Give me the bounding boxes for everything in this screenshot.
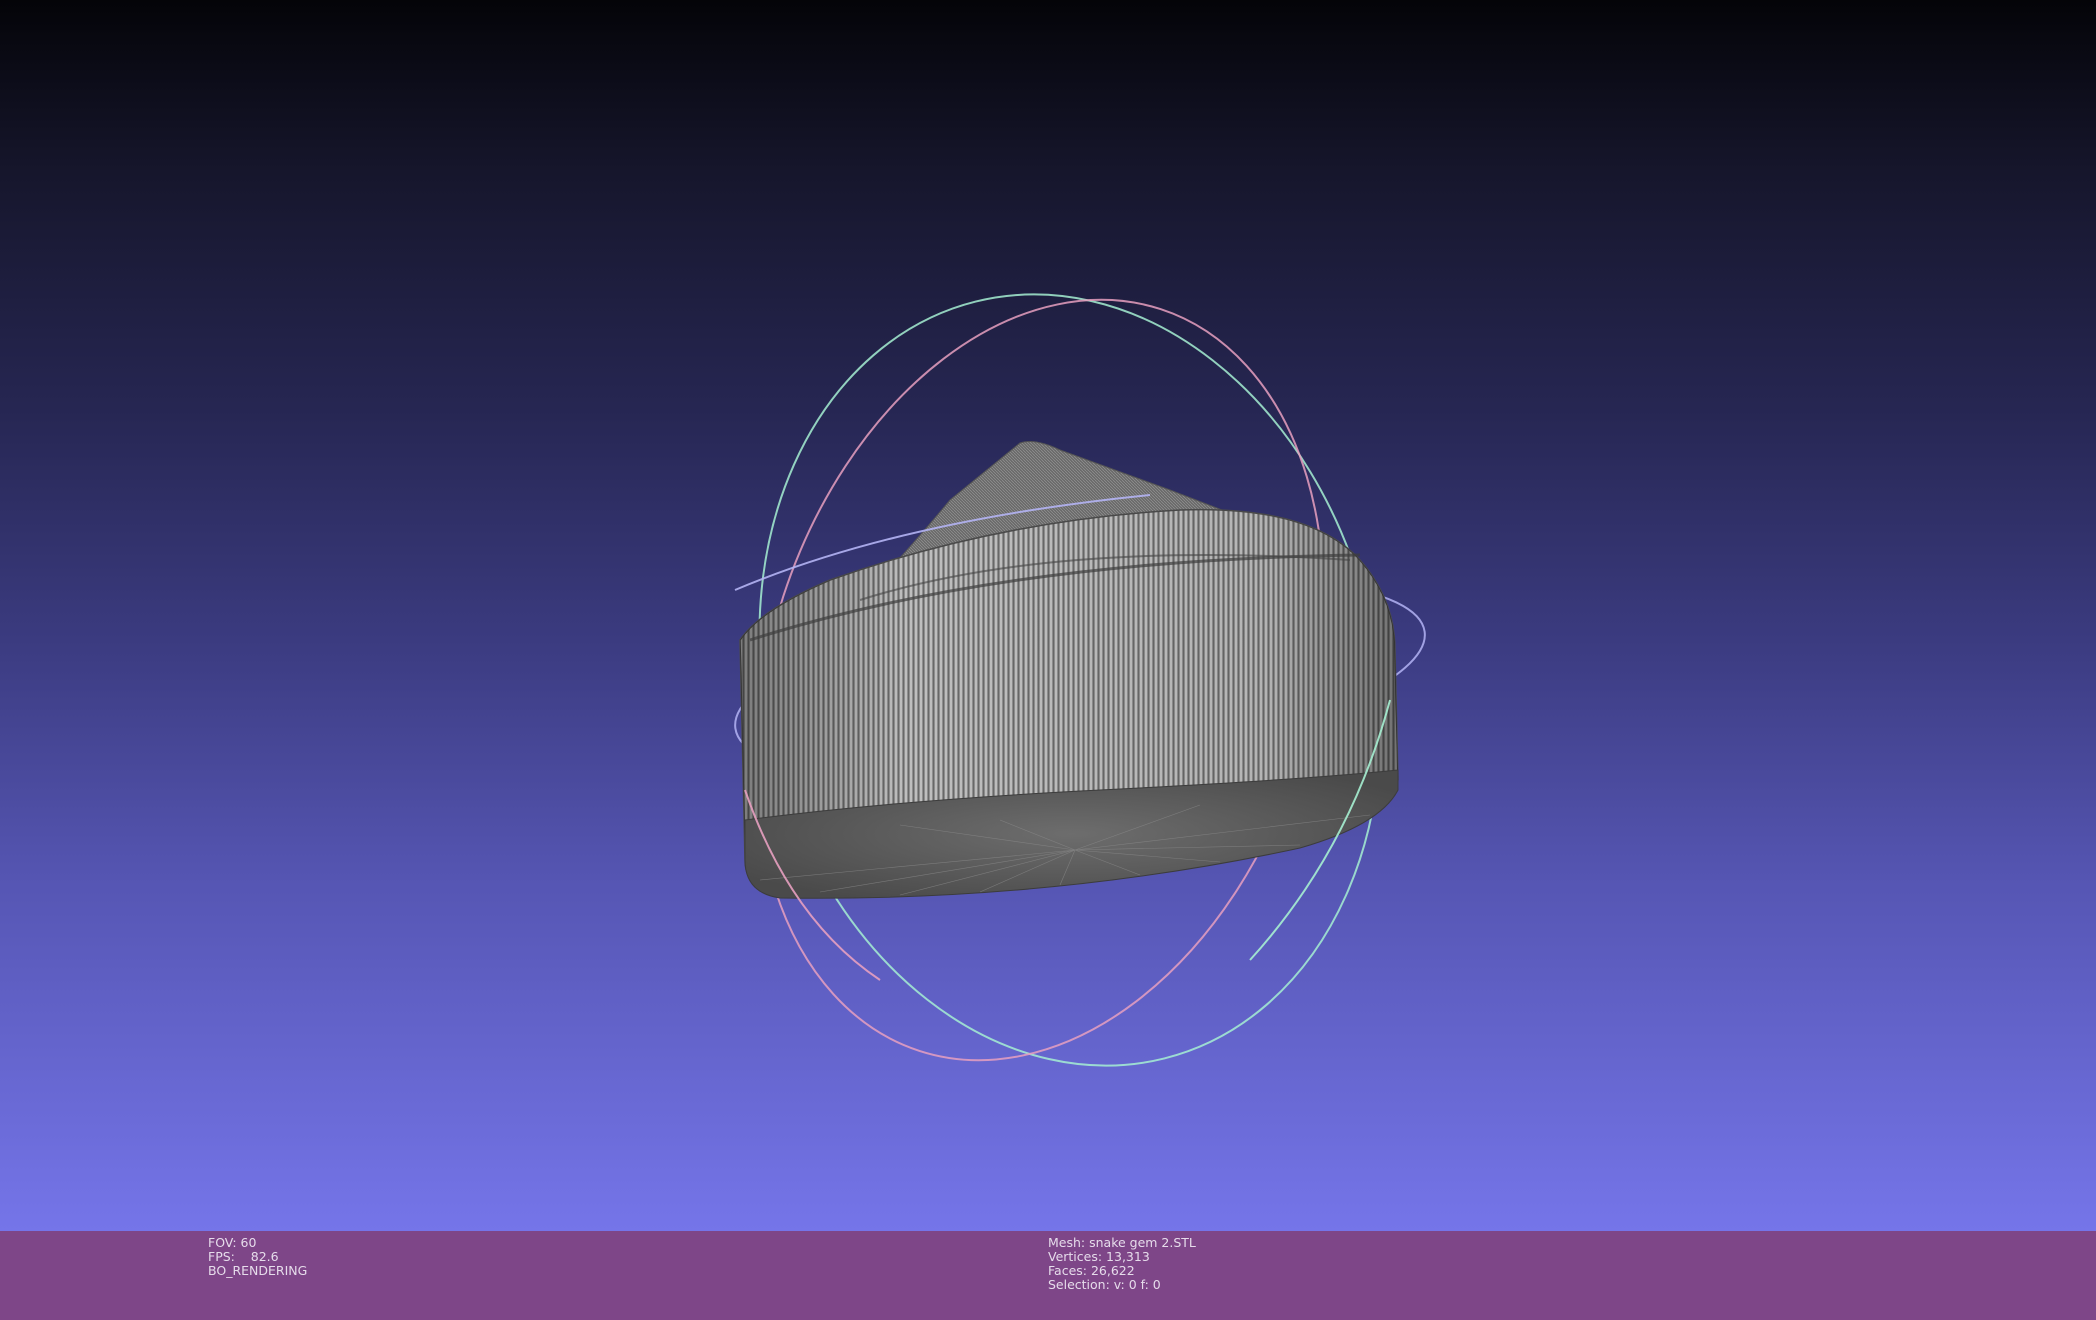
scene-canvas[interactable]	[0, 0, 2096, 1231]
render-info-panel: FOV: 60 FPS: 82.6 BO_RENDERING	[208, 1236, 307, 1278]
mesh-model[interactable]	[739, 441, 1399, 899]
status-bar: FOV: 60 FPS: 82.6 BO_RENDERING Mesh: sna…	[0, 1231, 2096, 1320]
mesh-name-readout: Mesh: snake gem 2.STL	[1048, 1235, 1196, 1250]
vertices-readout: Vertices: 13,313	[1048, 1249, 1150, 1264]
mesh-info-panel: Mesh: snake gem 2.STL Vertices: 13,313 F…	[1048, 1236, 1196, 1292]
faces-readout: Faces: 26,622	[1048, 1263, 1135, 1278]
fov-readout: FOV: 60	[208, 1235, 257, 1250]
3d-viewport[interactable]	[0, 0, 2096, 1231]
render-mode-readout: BO_RENDERING	[208, 1263, 308, 1278]
selection-readout: Selection: v: 0 f: 0	[1048, 1277, 1161, 1292]
fps-readout: FPS: 82.6	[208, 1249, 279, 1264]
